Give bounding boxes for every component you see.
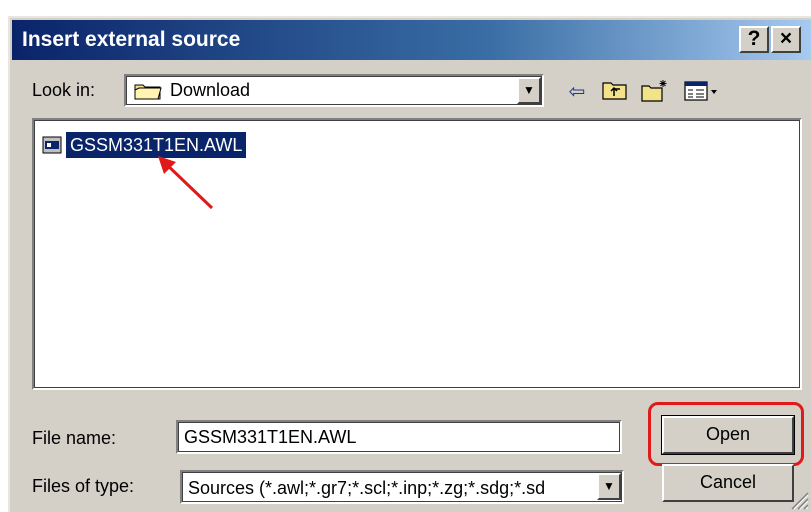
views-menu-icon[interactable] [682, 78, 722, 104]
new-folder-glyph [641, 80, 667, 102]
insert-external-source-dialog: Insert external source ? × Look in: Down… [8, 16, 811, 512]
file-name-input[interactable]: GSSM331T1EN.AWL [176, 420, 622, 454]
look-in-dropdown[interactable]: Download ▼ [124, 74, 544, 107]
files-of-type-dropdown-arrow[interactable]: ▼ [597, 473, 621, 500]
annotation-arrow [158, 156, 214, 210]
files-of-type-dropdown[interactable]: Sources (*.awl;*.gr7;*.scl;*.inp;*.zg;*.… [180, 470, 624, 504]
file-list[interactable]: GSSM331T1EN.AWL [32, 118, 802, 390]
help-button[interactable]: ? [739, 26, 769, 53]
look-in-label: Look in: [32, 80, 96, 100]
look-in-value: Download [170, 80, 251, 100]
folder-icon [134, 84, 162, 100]
cancel-button[interactable]: Cancel [662, 464, 794, 502]
open-button[interactable]: Open [661, 415, 795, 455]
new-folder-icon[interactable] [640, 78, 670, 104]
list-view-glyph [684, 81, 717, 101]
file-name-label: File name: [32, 428, 117, 448]
files-of-type-label: Files of type: [32, 476, 135, 496]
back-arrow-icon[interactable]: ⇦ [562, 78, 592, 104]
awl-file-icon [42, 136, 62, 154]
files-of-type-value: Sources (*.awl;*.gr7;*.scl;*.inp;*.zg;*.… [188, 478, 546, 498]
close-button[interactable]: × [771, 26, 801, 53]
look-in-dropdown-arrow[interactable]: ▼ [517, 77, 541, 104]
up-one-level-icon[interactable] [600, 78, 630, 104]
title-bar: Insert external source ? × [12, 20, 811, 60]
window-title: Insert external source [22, 28, 241, 51]
up-folder-icon [602, 82, 627, 100]
resize-grip-icon[interactable] [787, 488, 809, 510]
